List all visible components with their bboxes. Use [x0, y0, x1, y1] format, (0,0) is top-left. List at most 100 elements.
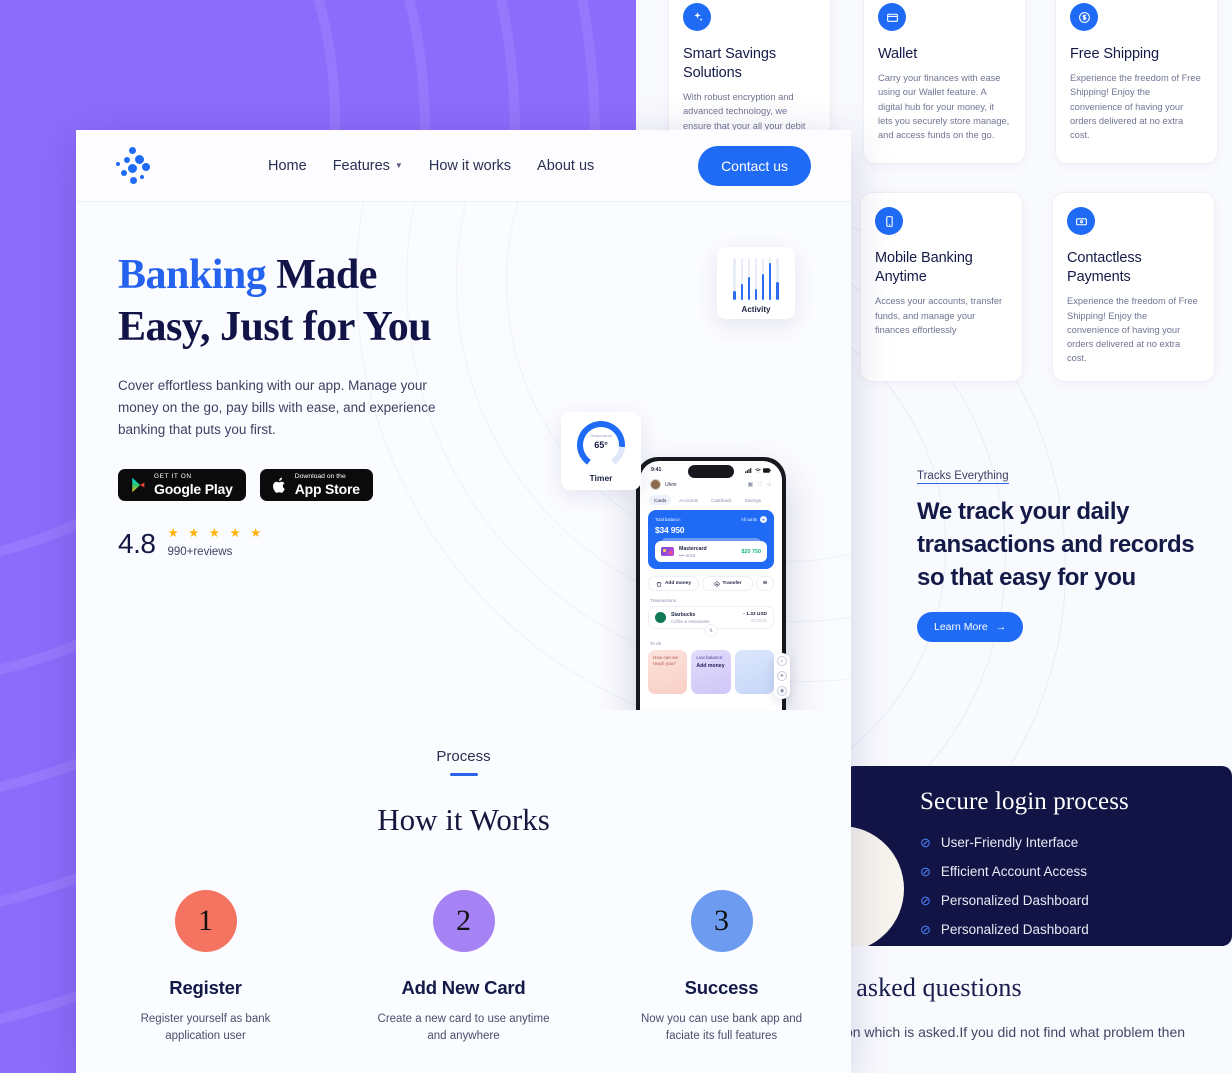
process-step: 3 Success Now you can use bank app and f… [634, 889, 809, 1047]
transaction-merchant: Starbucks [671, 611, 696, 618]
secure-login-panel: Secure login process ⊘ User-Friendly Inte… [844, 766, 1232, 946]
todo-card[interactable] [734, 650, 774, 694]
all-cards-label: All cards [740, 517, 757, 522]
send-icon[interactable]: ➤ [777, 671, 787, 681]
step-title: Add New Card [401, 976, 526, 998]
contact-us-button[interactable]: Contact us [698, 145, 811, 186]
list-item: ⊘ Efficient Account Access [920, 857, 1206, 886]
phone-mockup-area: 9:41 Ulvin ▣ ♡ ♤ Cards Accounts Cashback… [531, 202, 851, 710]
nav-link-about-us[interactable]: About us [537, 158, 594, 174]
status-time: 9:41 [651, 467, 662, 473]
nav-link-label: Features [332, 157, 390, 174]
card-icon[interactable]: ▣ [748, 481, 754, 488]
mobile-icon [875, 207, 903, 236]
floating-side-menu: ⌂ ➤ ◉ [774, 653, 790, 699]
home-icon[interactable]: ⌂ [777, 656, 787, 666]
list-item: ⊘ User-Friendly Interface [920, 828, 1206, 857]
step-number-circle: 3 [690, 889, 753, 952]
app-store-badge[interactable]: Download on the App Store [259, 469, 373, 502]
google-play-icon [132, 478, 145, 493]
activity-bar [768, 258, 772, 300]
status-icons [745, 467, 771, 473]
tab-cashback[interactable]: Cashback [706, 495, 736, 505]
feature-card[interactable]: Contactless Payments Experience the free… [1052, 192, 1215, 383]
bag-icon [656, 581, 662, 587]
badge-big-label: App Store [294, 480, 360, 497]
battery-icon [763, 467, 771, 473]
expand-handle[interactable]: ⇅ [704, 624, 718, 637]
nav-link-features[interactable]: Features ▼ [333, 158, 403, 174]
chevron-down-icon: ▼ [394, 161, 403, 170]
phone-mockup: 9:41 Ulvin ▣ ♡ ♤ Cards Accounts Cashback… [636, 457, 790, 710]
hero-subtitle: Cover effortless banking with our app. M… [118, 378, 436, 438]
transaction-category: Coffee & restaurants [671, 618, 710, 624]
check-circle-icon: ⊘ [920, 863, 931, 879]
decorative-blob [844, 826, 904, 946]
dot-cluster-logo[interactable] [116, 145, 158, 187]
wallet-icon [878, 3, 906, 31]
all-cards-selector[interactable]: All cards ▾ [741, 516, 767, 523]
scan-icon[interactable]: ◉ [777, 686, 787, 696]
bell-icon[interactable]: ♤ [767, 481, 772, 488]
card-stack: Mastercard •••• 6016 $20 750 [655, 538, 767, 562]
transaction-info: Starbucks Coffee & restaurants [671, 612, 709, 624]
avatar[interactable] [650, 479, 661, 490]
todo-card-text: How can we reach you? [653, 655, 679, 667]
balance-label: Total balance: [655, 517, 681, 522]
balance-card: Total balance: All cards ▾ $34 950 Maste… [648, 510, 774, 569]
google-play-badge[interactable]: GET IT ON Google Play [118, 469, 246, 502]
hero-title-highlight: Banking [118, 252, 267, 298]
activity-bar [740, 258, 744, 300]
user-name: Ulvin [665, 481, 677, 488]
quick-actions: Add money Transfer ⊖ [640, 569, 782, 591]
feature-card[interactable]: Free Shipping Experience the freedom of … [1055, 0, 1218, 165]
badge-big-label: Google Play [154, 480, 233, 497]
learn-more-button[interactable]: Learn More → [917, 612, 1024, 643]
add-money-button[interactable]: Add money [648, 576, 699, 591]
transfer-button[interactable]: Transfer [702, 576, 753, 591]
process-step: 2 Add New Card Create a new card to use … [376, 889, 551, 1047]
feature-card-desc: Experience the freedom of Free Shipping!… [1067, 296, 1198, 364]
process-eyebrow-wrap: Process [76, 748, 851, 776]
timer-widget: Temperature 65° Timer [561, 412, 641, 490]
tab-accounts[interactable]: Accounts [674, 495, 703, 505]
more-actions-button[interactable]: ⊖ [756, 576, 774, 591]
list-item-label: User-Friendly Interface [940, 835, 1079, 850]
feature-card[interactable]: Wallet Carry your finances with ease usi… [863, 0, 1026, 165]
card-name: Mastercard [679, 545, 707, 552]
tab-savings[interactable]: Savings [740, 495, 766, 505]
step-desc: Create a new card to use anytime and any… [377, 1012, 550, 1043]
feature-card[interactable]: Mobile Banking Anytime Access your accou… [860, 192, 1023, 383]
navbar: Home Features ▼ How it works About us Con… [76, 130, 851, 202]
list-item-label: Personalized Dashboard [940, 922, 1089, 937]
dollar-icon [1070, 3, 1098, 31]
process-eyebrow: Process [436, 748, 491, 765]
activity-widget: Activity [717, 247, 795, 319]
card-number: •••• 6016 [679, 552, 696, 558]
list-item-label: Personalized Dashboard [940, 893, 1089, 908]
nav-link-how-it-works[interactable]: How it works [429, 158, 511, 174]
tab-chips: Cards Accounts Cashback Savings [640, 490, 782, 505]
timer-label: Timer [589, 473, 613, 483]
heart-icon[interactable]: ♡ [757, 481, 762, 488]
todo-card[interactable]: How can we reach you? [648, 650, 688, 694]
step-title: Register [169, 976, 242, 998]
todo-card-text: Low balance: [696, 655, 724, 660]
nav-link-home[interactable]: Home [268, 158, 307, 174]
card-row[interactable]: Mastercard •••• 6016 $20 750 [655, 541, 767, 562]
starbucks-logo-icon [655, 612, 666, 623]
tab-cards[interactable]: Cards [649, 495, 672, 505]
badge-small-label: Download on the [294, 473, 346, 481]
step-desc: Now you can use bank app and faciate its… [640, 1012, 803, 1043]
activity-bar [733, 258, 737, 300]
feature-card-desc: Experience the freedom of Free Shipping!… [1070, 73, 1201, 140]
nav-link-label: Home [268, 157, 307, 174]
tracks-heading: We track your daily transactions and rec… [917, 498, 1195, 592]
transfer-icon [713, 580, 720, 587]
todo-card[interactable]: Low balance: Add money [691, 650, 731, 694]
nav-link-label: About us [537, 157, 595, 174]
rating-score: 4.8 [118, 527, 156, 559]
credit-card-icon [661, 547, 674, 556]
activity-bars [725, 256, 787, 300]
feature-card-desc: Access your accounts, transfer funds, an… [875, 296, 1003, 335]
